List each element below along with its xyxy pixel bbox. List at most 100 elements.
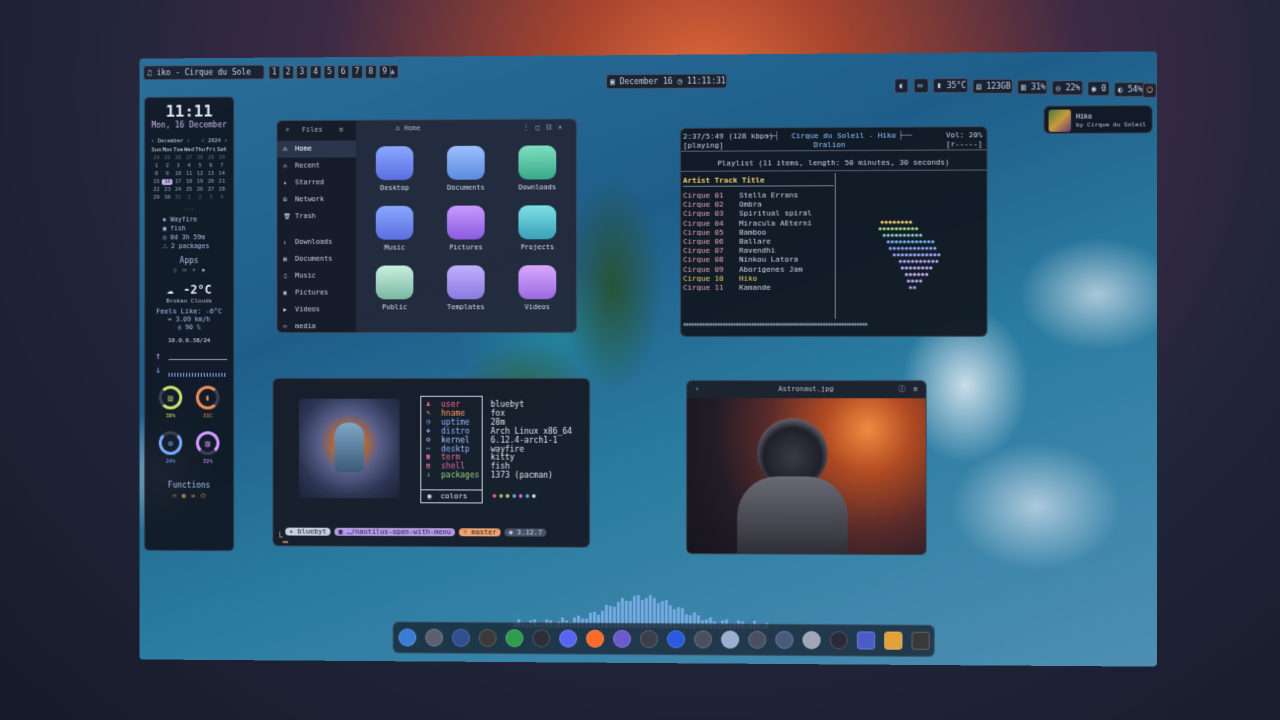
track-artist[interactable]: Cirque 09 xyxy=(683,264,724,273)
calendar-day[interactable]: 19 xyxy=(195,179,206,185)
folder-label[interactable]: Documents xyxy=(431,184,500,192)
search-app-icon[interactable]: ⌕ xyxy=(192,267,196,274)
track-title[interactable]: Ombra xyxy=(739,200,762,209)
public-folder-icon[interactable] xyxy=(375,265,414,300)
track-title[interactable]: Ravendhi xyxy=(739,246,775,255)
battery-widget[interactable]: ◐ 54% xyxy=(1113,81,1146,98)
proton-icon[interactable] xyxy=(613,629,632,648)
workspace-3[interactable]: 3 xyxy=(296,65,308,80)
calendar-day[interactable]: 22 xyxy=(151,187,162,193)
folder-label[interactable]: Pictures xyxy=(431,243,500,251)
calendar-day[interactable]: 12 xyxy=(195,171,206,177)
track-title[interactable]: Bamboo xyxy=(739,227,766,236)
spreadsheet-icon[interactable] xyxy=(505,629,524,648)
pulse-icon[interactable] xyxy=(451,628,470,647)
screen-icon[interactable]: ▭ xyxy=(173,493,177,501)
workspace-8[interactable]: 8 xyxy=(364,64,377,79)
calendar-day[interactable]: 4 xyxy=(184,163,195,169)
viewer-menu-icon[interactable]: ≡ xyxy=(913,381,917,397)
file-app-icon[interactable]: ▯ xyxy=(173,267,177,274)
calendar-day[interactable]: 26 xyxy=(195,187,206,193)
music-folder-icon[interactable] xyxy=(375,205,414,240)
mail-icon[interactable] xyxy=(775,630,794,650)
track-title[interactable]: Stella Errans xyxy=(739,190,798,199)
track-artist[interactable]: Cirque 03 xyxy=(683,209,724,218)
calendar-day[interactable]: 27 xyxy=(205,187,216,193)
calendar-day[interactable]: 5 xyxy=(195,163,206,169)
temp-widget[interactable]: ▮ 35°C xyxy=(932,77,969,94)
calendar-prev-year[interactable]: ‹ 2024 › xyxy=(201,138,227,144)
firefox-icon[interactable] xyxy=(586,629,605,648)
calendar-day[interactable]: 6 xyxy=(205,163,216,169)
folder-label[interactable]: Projects xyxy=(503,243,573,251)
editor-icon[interactable] xyxy=(478,628,497,648)
memory-widget[interactable]: ◎ 22% xyxy=(1051,80,1084,96)
music-volume[interactable]: Vol: 20% xyxy=(946,130,983,139)
app-icon[interactable] xyxy=(829,631,848,650)
folder-label[interactable]: Videos xyxy=(503,303,573,311)
track-artist[interactable]: Cirque 10 xyxy=(683,274,724,283)
mail-icon[interactable]: ✉ xyxy=(191,493,195,501)
documents-folder-icon[interactable] xyxy=(447,145,485,180)
calendar-day[interactable]: 2 xyxy=(162,163,173,169)
power-off-icon[interactable]: ⏻ xyxy=(201,493,206,501)
folder-label[interactable]: Music xyxy=(360,244,429,252)
track-title[interactable]: Miracula AEterni xyxy=(739,218,812,227)
chrome-icon[interactable] xyxy=(884,631,903,650)
calendar-day[interactable]: 9 xyxy=(162,171,173,177)
templates-folder-icon[interactable] xyxy=(447,265,485,300)
track-title[interactable]: Hiko xyxy=(739,274,757,283)
files-path[interactable]: ⌂ Home xyxy=(396,124,421,132)
back-icon[interactable]: ‹ xyxy=(695,381,699,397)
bluetooth-icon[interactable] xyxy=(666,630,686,649)
search-icon[interactable]: ⌕ xyxy=(285,126,289,134)
track-title[interactable]: Ninkou Latora xyxy=(739,255,798,264)
network-widget[interactable]: ◉ 0 xyxy=(1087,81,1110,97)
track-artist[interactable]: Cirque 02 xyxy=(683,200,724,209)
workspace-7[interactable]: 7 xyxy=(351,64,363,79)
more-icon[interactable]: ⋮ xyxy=(523,124,536,132)
sidebar-item-trash[interactable]: 🗑 Trash xyxy=(277,208,356,225)
kitty-icon[interactable] xyxy=(911,631,930,650)
workspace-6[interactable]: 6 xyxy=(337,65,350,79)
cursor-prompt[interactable]: └▁ xyxy=(277,534,288,544)
workspace-5[interactable]: 5 xyxy=(323,65,336,80)
calendar-day[interactable]: 17 xyxy=(173,179,184,185)
terminal-icon[interactable]: ▭ xyxy=(913,78,929,94)
calendar-day[interactable]: 11 xyxy=(184,171,195,177)
folder-label[interactable]: Desktop xyxy=(360,184,429,192)
track-artist[interactable]: Cirque 11 xyxy=(683,283,724,292)
track-artist[interactable]: Cirque 08 xyxy=(683,255,724,264)
calendar-day[interactable]: 2 xyxy=(195,195,206,201)
files-icon[interactable] xyxy=(640,629,658,649)
calendar-day[interactable]: 3 xyxy=(205,195,216,201)
sidebar-item-music[interactable]: ♫ Music xyxy=(277,268,356,285)
sidebar-item-media[interactable]: ▭ media xyxy=(277,318,356,333)
folder-icon[interactable] xyxy=(694,630,713,649)
sidebar-item-documents[interactable]: ▤ Documents xyxy=(277,251,356,268)
menu-icon[interactable]: ≡ xyxy=(339,126,343,134)
calendar-day[interactable]: 25 xyxy=(162,155,173,161)
new-tab-icon[interactable]: ▢ xyxy=(536,124,546,132)
workspace-1[interactable]: 1 xyxy=(268,65,281,80)
power-icon[interactable]: ⏻ xyxy=(1142,82,1157,98)
music-widget[interactable]: ♫ iko - Cirque du Sole xyxy=(143,64,265,81)
calendar-day[interactable]: 10 xyxy=(173,171,184,177)
calendar-day[interactable]: 29 xyxy=(151,195,162,201)
calendar-day[interactable]: 3 xyxy=(173,163,184,169)
calendar-day[interactable]: 26 xyxy=(173,155,184,161)
calendar-day[interactable]: 28 xyxy=(195,155,206,161)
calendar-day[interactable]: 8 xyxy=(151,171,162,177)
workspace-4[interactable]: 4 xyxy=(309,65,322,80)
track-artist[interactable]: Cirque 05 xyxy=(683,228,724,237)
calendar-day[interactable]: 14 xyxy=(216,171,227,177)
browser-icon[interactable] xyxy=(721,630,740,649)
track-artist[interactable]: Cirque 07 xyxy=(683,246,724,255)
folder-label[interactable]: Downloads xyxy=(503,183,573,191)
track-artist[interactable]: Cirque 01 xyxy=(683,191,724,200)
calendar-day[interactable]: 28 xyxy=(216,187,227,193)
steam-icon[interactable] xyxy=(425,628,444,647)
arch-icon[interactable] xyxy=(532,629,551,648)
workspace-9[interactable]: 9 xyxy=(378,64,391,79)
folder-label[interactable]: Public xyxy=(360,303,429,311)
